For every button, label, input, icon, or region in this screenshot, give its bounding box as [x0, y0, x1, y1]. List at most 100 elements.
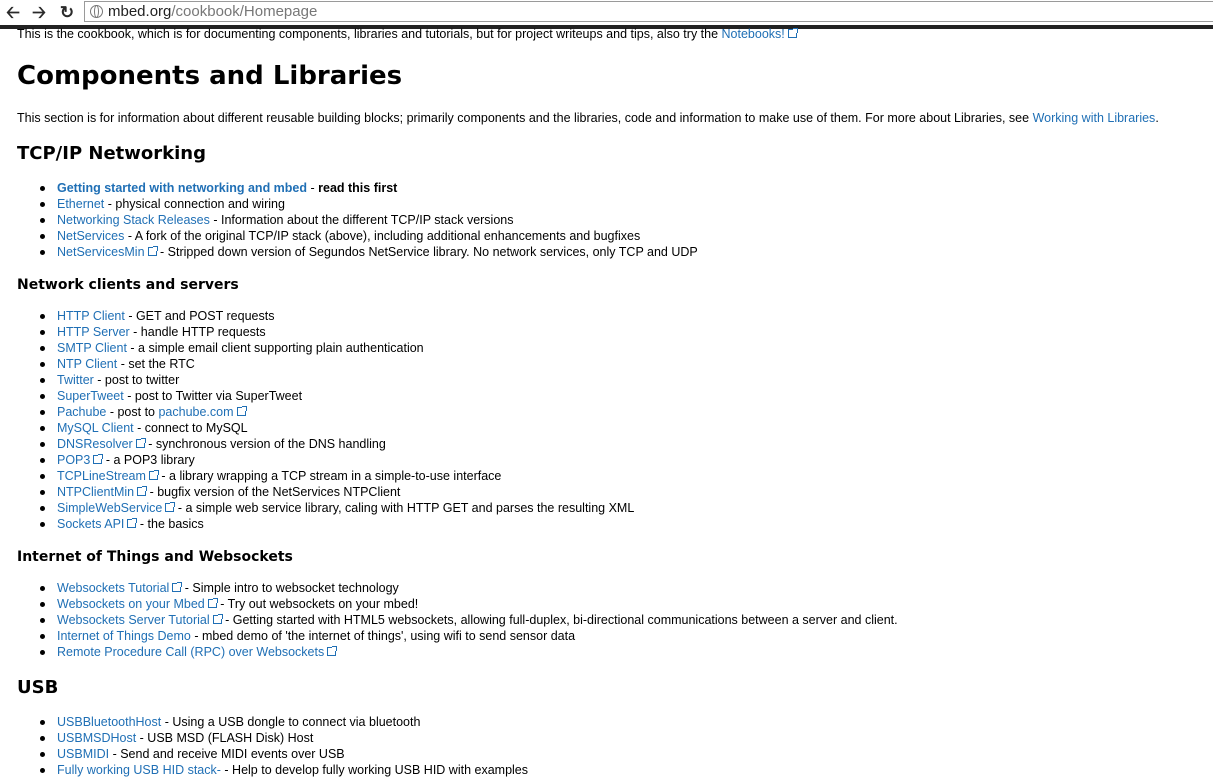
list-item: SMTP Client - a simple email client supp…	[17, 340, 634, 356]
item-description: - Simple intro to websocket technology	[181, 581, 399, 595]
list-item: POP3 - a POP3 library	[17, 452, 634, 468]
list-item: NTPClientMin - bugfix version of the Net…	[17, 484, 634, 500]
working-with-libraries-link[interactable]: Working with Libraries	[1033, 111, 1156, 125]
item-link[interactable]: Ethernet	[57, 197, 104, 211]
list-item: NTP Client - set the RTC	[17, 356, 634, 372]
list-item: Twitter - post to twitter	[17, 372, 634, 388]
list-item: USBMIDI - Send and receive MIDI events o…	[17, 746, 528, 762]
item-link[interactable]: Websockets Tutorial	[57, 581, 169, 595]
item-link[interactable]: Twitter	[57, 373, 94, 387]
item-link[interactable]: USBMIDI	[57, 747, 109, 761]
item-secondary-link[interactable]: pachube.com	[158, 405, 233, 419]
item-link[interactable]: Websockets on your Mbed	[57, 597, 205, 611]
list-item: Websockets Server Tutorial - Getting sta…	[17, 612, 898, 628]
usb-heading: USB	[17, 677, 59, 698]
item-link[interactable]: DNSResolver	[57, 437, 133, 451]
list-item: Networking Stack Releases - Information …	[17, 212, 698, 228]
item-description: - handle HTTP requests	[129, 325, 266, 339]
external-link-icon	[148, 470, 159, 480]
item-description: - mbed demo of 'the internet of things',…	[190, 629, 576, 643]
list-item: Pachube - post to pachube.com	[17, 404, 634, 420]
list-item: Ethernet - physical connection and wirin…	[17, 196, 698, 212]
reload-icon[interactable]: ↻	[57, 3, 77, 21]
item-link[interactable]: Pachube	[57, 405, 106, 419]
list-item: USBBluetoothHost - Using a USB dongle to…	[17, 714, 528, 730]
item-link[interactable]: Getting started with networking and mbed	[57, 181, 307, 195]
list-item: Sockets API - the basics	[17, 516, 634, 532]
item-description: - set the RTC	[117, 357, 195, 371]
item-link[interactable]: SimpleWebService	[57, 501, 162, 515]
item-description: - Information about the different TCP/IP…	[209, 213, 514, 227]
list-item: Getting started with networking and mbed…	[17, 180, 698, 196]
tcpip-heading: TCP/IP Networking	[17, 143, 206, 164]
external-link-icon	[212, 614, 223, 624]
item-description: - connect to MySQL	[133, 421, 248, 435]
item-description: - Using a USB dongle to connect via blue…	[161, 715, 421, 729]
list-item: TCPLineStream - a library wrapping a TCP…	[17, 468, 634, 484]
item-link[interactable]: POP3	[57, 453, 90, 467]
item-link[interactable]: Websockets Server Tutorial	[57, 613, 210, 627]
external-link-icon	[327, 646, 338, 656]
list-item: NetServices - A fork of the original TCP…	[17, 228, 698, 244]
forward-arrow-icon[interactable]: 🡢	[29, 3, 49, 21]
item-link[interactable]: NTPClientMin	[57, 485, 134, 499]
url-text[interactable]: mbed.org/cookbook/Homepage	[108, 3, 317, 20]
item-link[interactable]: Remote Procedure Call (RPC) over Websock…	[57, 645, 324, 659]
item-link[interactable]: USBBluetoothHost	[57, 715, 161, 729]
item-link[interactable]: NetServices	[57, 229, 124, 243]
external-link-icon	[137, 486, 148, 496]
item-link[interactable]: SMTP Client	[57, 341, 127, 355]
tcpip-list: Getting started with networking and mbed…	[17, 180, 698, 260]
item-description: - a POP3 library	[102, 453, 195, 467]
item-description: - post to twitter	[93, 373, 180, 387]
page-title: Components and Libraries	[17, 61, 403, 91]
item-description: - post to	[106, 405, 159, 419]
item-link[interactable]: Sockets API	[57, 517, 124, 531]
usb-list: USBBluetoothHost - Using a USB dongle to…	[17, 714, 528, 778]
clients-list: HTTP Client - GET and POST requests HTTP …	[17, 308, 634, 532]
back-arrow-icon[interactable]: 🡠	[3, 3, 23, 21]
clients-heading: Network clients and servers	[17, 277, 239, 293]
item-link[interactable]: HTTP Client	[57, 309, 125, 323]
item-description: - bugfix version of the NetServices NTPC…	[146, 485, 401, 499]
item-description: - a simple email client supporting plain…	[126, 341, 424, 355]
list-item: SuperTweet - post to Twitter via SuperTw…	[17, 388, 634, 404]
item-description: - Send and receive MIDI events over USB	[109, 747, 345, 761]
section-intro: This section is for information about di…	[17, 111, 1159, 125]
item-description: - GET and POST requests	[124, 309, 275, 323]
list-item: Remote Procedure Call (RPC) over Websock…	[17, 644, 898, 660]
item-description: - post to Twitter via SuperTweet	[123, 389, 303, 403]
item-description: - Help to develop fully working USB HID …	[220, 763, 529, 777]
item-link[interactable]: MySQL Client	[57, 421, 134, 435]
external-link-icon	[236, 406, 247, 416]
item-link[interactable]: NetServicesMin	[57, 245, 145, 259]
item-link[interactable]: SuperTweet	[57, 389, 124, 403]
item-link[interactable]: TCPLineStream	[57, 469, 146, 483]
item-link[interactable]: HTTP Server	[57, 325, 130, 339]
item-description: - synchronous version of the DNS handlin…	[144, 437, 386, 451]
intro-paragraph: This is the cookbook, which is for docum…	[17, 27, 798, 41]
item-description: - Stripped down version of Segundos NetS…	[156, 245, 698, 259]
list-item: Fully working USB HID stack- - Help to d…	[17, 762, 528, 778]
item-link[interactable]: USBMSDHost	[57, 731, 136, 745]
list-item: HTTP Server - handle HTTP requests	[17, 324, 634, 340]
item-description: -	[307, 181, 319, 195]
list-item: Websockets Tutorial - Simple intro to we…	[17, 580, 898, 596]
item-link[interactable]: Networking Stack Releases	[57, 213, 210, 227]
browser-toolbar: 🡠 🡢 ↻ mbed.org/cookbook/Homepage	[0, 0, 1213, 25]
list-item: Websockets on your Mbed - Try out websoc…	[17, 596, 898, 612]
external-link-icon	[93, 454, 104, 464]
external-link-icon	[147, 246, 158, 256]
iot-heading: Internet of Things and Websockets	[17, 549, 293, 565]
list-item: HTTP Client - GET and POST requests	[17, 308, 634, 324]
item-description: - USB MSD (FLASH Disk) Host	[136, 731, 314, 745]
list-item: Internet of Things Demo - mbed demo of '…	[17, 628, 898, 644]
address-bar[interactable]: mbed.org/cookbook/Homepage	[84, 1, 1213, 22]
item-link[interactable]: Fully working USB HID stack-	[57, 763, 221, 777]
list-item: NetServicesMin - Stripped down version o…	[17, 244, 698, 260]
item-link[interactable]: Internet of Things Demo	[57, 629, 191, 643]
notebooks-link[interactable]: Notebooks!	[722, 27, 785, 41]
external-link-icon	[172, 582, 183, 592]
item-link[interactable]: NTP Client	[57, 357, 117, 371]
item-emphasis: read this first	[318, 181, 398, 195]
